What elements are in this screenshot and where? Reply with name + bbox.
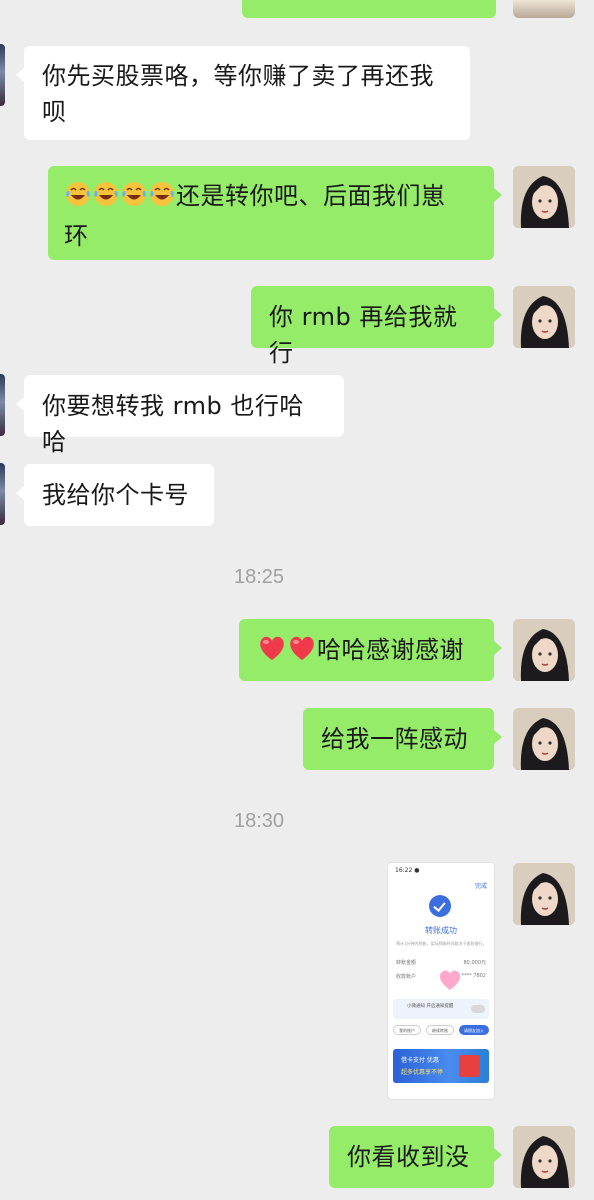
- contact-avatar[interactable]: [0, 374, 5, 436]
- account-label: 收款账户: [396, 974, 417, 980]
- tears-of-joy-emoji: [120, 180, 148, 218]
- user-avatar[interactable]: [513, 1126, 575, 1188]
- tears-of-joy-emoji: [92, 180, 120, 218]
- message-text: 你先买股票咯，等你赚了卖了再还我: [42, 62, 434, 90]
- image-amount-row: 转账金额 80,000元: [396, 959, 486, 966]
- user-avatar[interactable]: [513, 863, 575, 925]
- image-message[interactable]: 16:22 ● 完成 转账成功 预计1分钟内到账，实际到账时间取决于收款银行。 …: [388, 863, 494, 1099]
- red-heart-emoji: [287, 634, 317, 672]
- previous-avatar[interactable]: [513, 0, 575, 18]
- tears-of-joy-emoji: [148, 180, 176, 218]
- banner-line1: 借卡支付 优惠: [401, 1057, 439, 1064]
- image-btn-my-account: 我的账户: [393, 1025, 421, 1035]
- image-done-label: 完成: [474, 883, 487, 890]
- timestamp: 18:30: [233, 810, 285, 832]
- image-notice-card: 小微通知 开启通知提醒: [393, 999, 489, 1019]
- outgoing-message[interactable]: 给我一阵感动: [303, 708, 502, 770]
- image-title: 转账成功: [425, 926, 457, 935]
- incoming-message[interactable]: 我给你个卡号: [16, 464, 214, 526]
- message-text: 你看收到没: [347, 1143, 470, 1171]
- incoming-message[interactable]: 你要想转我 rmb 也行哈哈: [16, 375, 344, 456]
- outgoing-message[interactable]: 你 rmb 再给我就行: [251, 286, 502, 367]
- chat-window: 你先买股票咯，等你赚了卖了再还我 呗 还是转你吧、后面我们崽 环 你 rmb 再…: [0, 0, 594, 1200]
- message-text: 我给你个卡号: [42, 481, 189, 509]
- user-avatar[interactable]: [513, 286, 575, 348]
- red-heart-emoji: [257, 634, 287, 672]
- user-avatar[interactable]: [513, 619, 575, 681]
- banner-line2: 超多优惠享不停: [401, 1069, 444, 1076]
- message-text: 还是转你吧、后面我们崽: [176, 182, 446, 210]
- message-text: 你 rmb 再给我就行: [269, 303, 458, 367]
- account-value: **** 7802: [461, 973, 486, 979]
- outgoing-message[interactable]: 还是转你吧、后面我们崽 环: [48, 166, 502, 260]
- user-avatar[interactable]: [513, 166, 575, 228]
- message-text: 你要想转我 rmb 也行哈哈: [42, 392, 304, 456]
- outgoing-message[interactable]: 你看收到没: [329, 1126, 502, 1188]
- previous-outgoing-bubble[interactable]: [242, 0, 496, 18]
- notice-toggle: [471, 1005, 485, 1013]
- contact-avatar[interactable]: [0, 463, 5, 525]
- image-btn-continue: 继续转账: [426, 1025, 454, 1035]
- image-btn-invite: 请朋友加入: [459, 1025, 489, 1035]
- image-subtitle: 预计1分钟内到账，实际到账时间取决于收款银行。: [396, 941, 487, 946]
- notice-text: 小微通知 开启通知提醒: [407, 1004, 454, 1009]
- amount-label: 转账金额: [396, 960, 417, 966]
- message-text: 给我一阵感动: [321, 725, 468, 753]
- user-avatar[interactable]: [513, 708, 575, 770]
- incoming-message[interactable]: 你先买股票咯，等你赚了卖了再还我 呗: [16, 46, 470, 140]
- message-text: 呗: [42, 98, 67, 126]
- pink-heart-sticker-icon: [438, 969, 461, 990]
- outgoing-message[interactable]: 哈哈感谢感谢: [239, 619, 502, 681]
- contact-avatar[interactable]: [0, 44, 5, 106]
- tears-of-joy-emoji: [64, 180, 92, 218]
- timestamp: 18:25: [233, 566, 285, 588]
- image-status-time: 16:22 ●: [395, 867, 420, 874]
- image-promo-banner: 借卡支付 优惠 超多优惠享不停: [393, 1049, 489, 1083]
- message-text: 哈哈感谢感谢: [317, 636, 464, 664]
- success-check-icon: [429, 895, 451, 917]
- message-text: 环: [64, 222, 89, 250]
- gift-icon: [459, 1055, 479, 1077]
- amount-value: 80,000元: [463, 960, 487, 966]
